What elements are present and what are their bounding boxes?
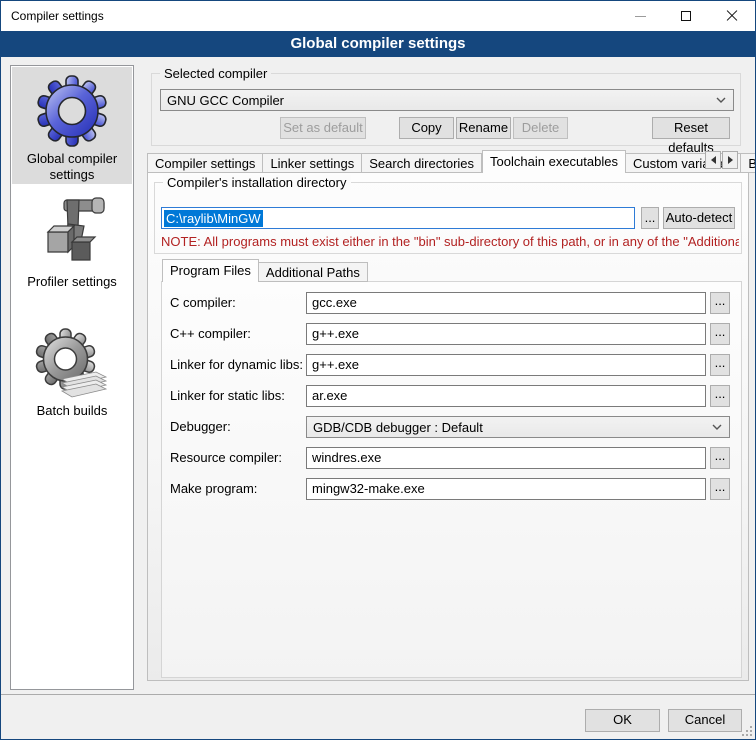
debugger-select-value: GDB/CDB debugger : Default — [313, 420, 483, 435]
arrow-right-icon — [728, 156, 733, 164]
sidebar-item-global-compiler-settings[interactable]: Global compiler settings — [12, 67, 132, 184]
make-program-browse-button[interactable]: ... — [710, 478, 730, 500]
tab-scroll-right-button[interactable] — [722, 151, 738, 169]
tab-additional-paths[interactable]: Additional Paths — [259, 262, 368, 282]
field-label: Debugger: — [170, 416, 231, 438]
tab-program-files[interactable]: Program Files — [162, 259, 259, 282]
field-label: Resource compiler: — [170, 447, 282, 469]
chevron-down-icon — [716, 97, 726, 103]
sidebar: Global compiler settings Profiler settin… — [10, 65, 134, 690]
gear-blue-icon — [34, 73, 110, 149]
window-controls — [617, 1, 755, 31]
caliper-icon — [34, 194, 110, 272]
program-files-tabstrip: Program Files Additional Paths — [162, 258, 368, 282]
main-tabstrip: Compiler settings Linker settings Search… — [147, 150, 756, 173]
tab-toolchain-executables[interactable]: Toolchain executables — [482, 150, 626, 173]
compiler-select[interactable]: GNU GCC Compiler — [160, 89, 734, 111]
field-row-make-program: Make program: mingw32-make.exe ... — [162, 478, 741, 500]
reset-defaults-button[interactable]: Reset defaults — [652, 117, 730, 139]
auto-detect-button[interactable]: Auto-detect — [663, 207, 735, 229]
tab-compiler-settings[interactable]: Compiler settings — [147, 153, 263, 173]
page-title: Global compiler settings — [1, 31, 755, 57]
resource-compiler-input[interactable]: windres.exe — [306, 447, 706, 469]
tab-search-directories[interactable]: Search directories — [362, 153, 482, 173]
linker-static-input[interactable]: ar.exe — [306, 385, 706, 407]
sidebar-item-label: Batch builds — [12, 403, 132, 423]
tab-scroll-left-button[interactable] — [705, 151, 721, 169]
installation-directory-value: C:\raylib\MinGW — [164, 210, 263, 227]
maximize-button[interactable] — [663, 1, 709, 31]
arrow-left-icon — [711, 156, 716, 164]
cpp-compiler-browse-button[interactable]: ... — [710, 323, 730, 345]
installation-directory-group: Compiler's installation directory C:\ray… — [154, 182, 742, 254]
cpp-compiler-input[interactable]: g++.exe — [306, 323, 706, 345]
debugger-select[interactable]: GDB/CDB debugger : Default — [306, 416, 730, 438]
close-button[interactable] — [709, 1, 755, 31]
resource-compiler-browse-button[interactable]: ... — [710, 447, 730, 469]
tab-linker-settings[interactable]: Linker settings — [263, 153, 362, 173]
resize-grip[interactable] — [740, 724, 752, 736]
field-row-linker-dynamic: Linker for dynamic libs: g++.exe ... — [162, 354, 741, 376]
field-label: Make program: — [170, 478, 257, 500]
field-label: C compiler: — [170, 292, 236, 314]
installation-directory-browse-button[interactable]: ... — [641, 207, 659, 229]
c-compiler-input[interactable]: gcc.exe — [306, 292, 706, 314]
field-row-resource-compiler: Resource compiler: windres.exe ... — [162, 447, 741, 469]
note-text: NOTE: All programs must exist either in … — [161, 234, 739, 249]
field-row-debugger: Debugger: GDB/CDB debugger : Default — [162, 416, 741, 438]
window-title: Compiler settings — [11, 9, 104, 23]
set-as-default-button[interactable]: Set as default — [280, 117, 366, 139]
tab-scroll-arrows — [704, 151, 738, 169]
installation-directory-input[interactable]: C:\raylib\MinGW — [161, 207, 635, 229]
titlebar: Compiler settings — [1, 1, 755, 31]
sidebar-item-label: Global compiler settings — [12, 151, 132, 187]
linker-dynamic-input[interactable]: g++.exe — [306, 354, 706, 376]
chevron-down-icon — [712, 424, 722, 430]
cancel-button[interactable]: Cancel — [668, 709, 742, 732]
copy-button[interactable]: Copy — [399, 117, 454, 139]
gear-stack-icon — [34, 327, 110, 401]
toolchain-executables-page: Compiler's installation directory C:\ray… — [147, 172, 749, 681]
selected-compiler-group: Selected compiler GNU GCC Compiler Set a… — [151, 73, 741, 146]
compiler-select-value: GNU GCC Compiler — [167, 93, 284, 108]
minimize-icon — [635, 16, 646, 17]
ok-button[interactable]: OK — [585, 709, 660, 732]
maximize-icon — [681, 11, 691, 21]
sidebar-item-batch-builds[interactable]: Batch builds — [12, 321, 132, 425]
field-label: Linker for static libs: — [170, 385, 285, 407]
compiler-settings-dialog: Compiler settings Global compiler settin… — [0, 0, 756, 740]
make-program-input[interactable]: mingw32-make.exe — [306, 478, 706, 500]
program-files-page: C compiler: gcc.exe ... C++ compiler: g+… — [161, 281, 742, 678]
field-row-c-compiler: C compiler: gcc.exe ... — [162, 292, 741, 314]
close-icon — [726, 10, 738, 22]
delete-button[interactable]: Delete — [513, 117, 568, 139]
field-row-linker-static: Linker for static libs: ar.exe ... — [162, 385, 741, 407]
installation-directory-group-label: Compiler's installation directory — [163, 175, 351, 190]
sidebar-item-profiler-settings[interactable]: Profiler settings — [12, 188, 132, 298]
sidebar-item-label: Profiler settings — [12, 274, 132, 294]
linker-static-browse-button[interactable]: ... — [710, 385, 730, 407]
c-compiler-browse-button[interactable]: ... — [710, 292, 730, 314]
field-row-cpp-compiler: C++ compiler: g++.exe ... — [162, 323, 741, 345]
selected-compiler-group-label: Selected compiler — [160, 66, 271, 81]
field-label: Linker for dynamic libs: — [170, 354, 303, 376]
field-label: C++ compiler: — [170, 323, 251, 345]
rename-button[interactable]: Rename — [456, 117, 511, 139]
tab-build-options[interactable]: Build options — [741, 153, 756, 173]
footer-divider — [1, 694, 755, 695]
linker-dynamic-browse-button[interactable]: ... — [710, 354, 730, 376]
minimize-button[interactable] — [617, 1, 663, 31]
